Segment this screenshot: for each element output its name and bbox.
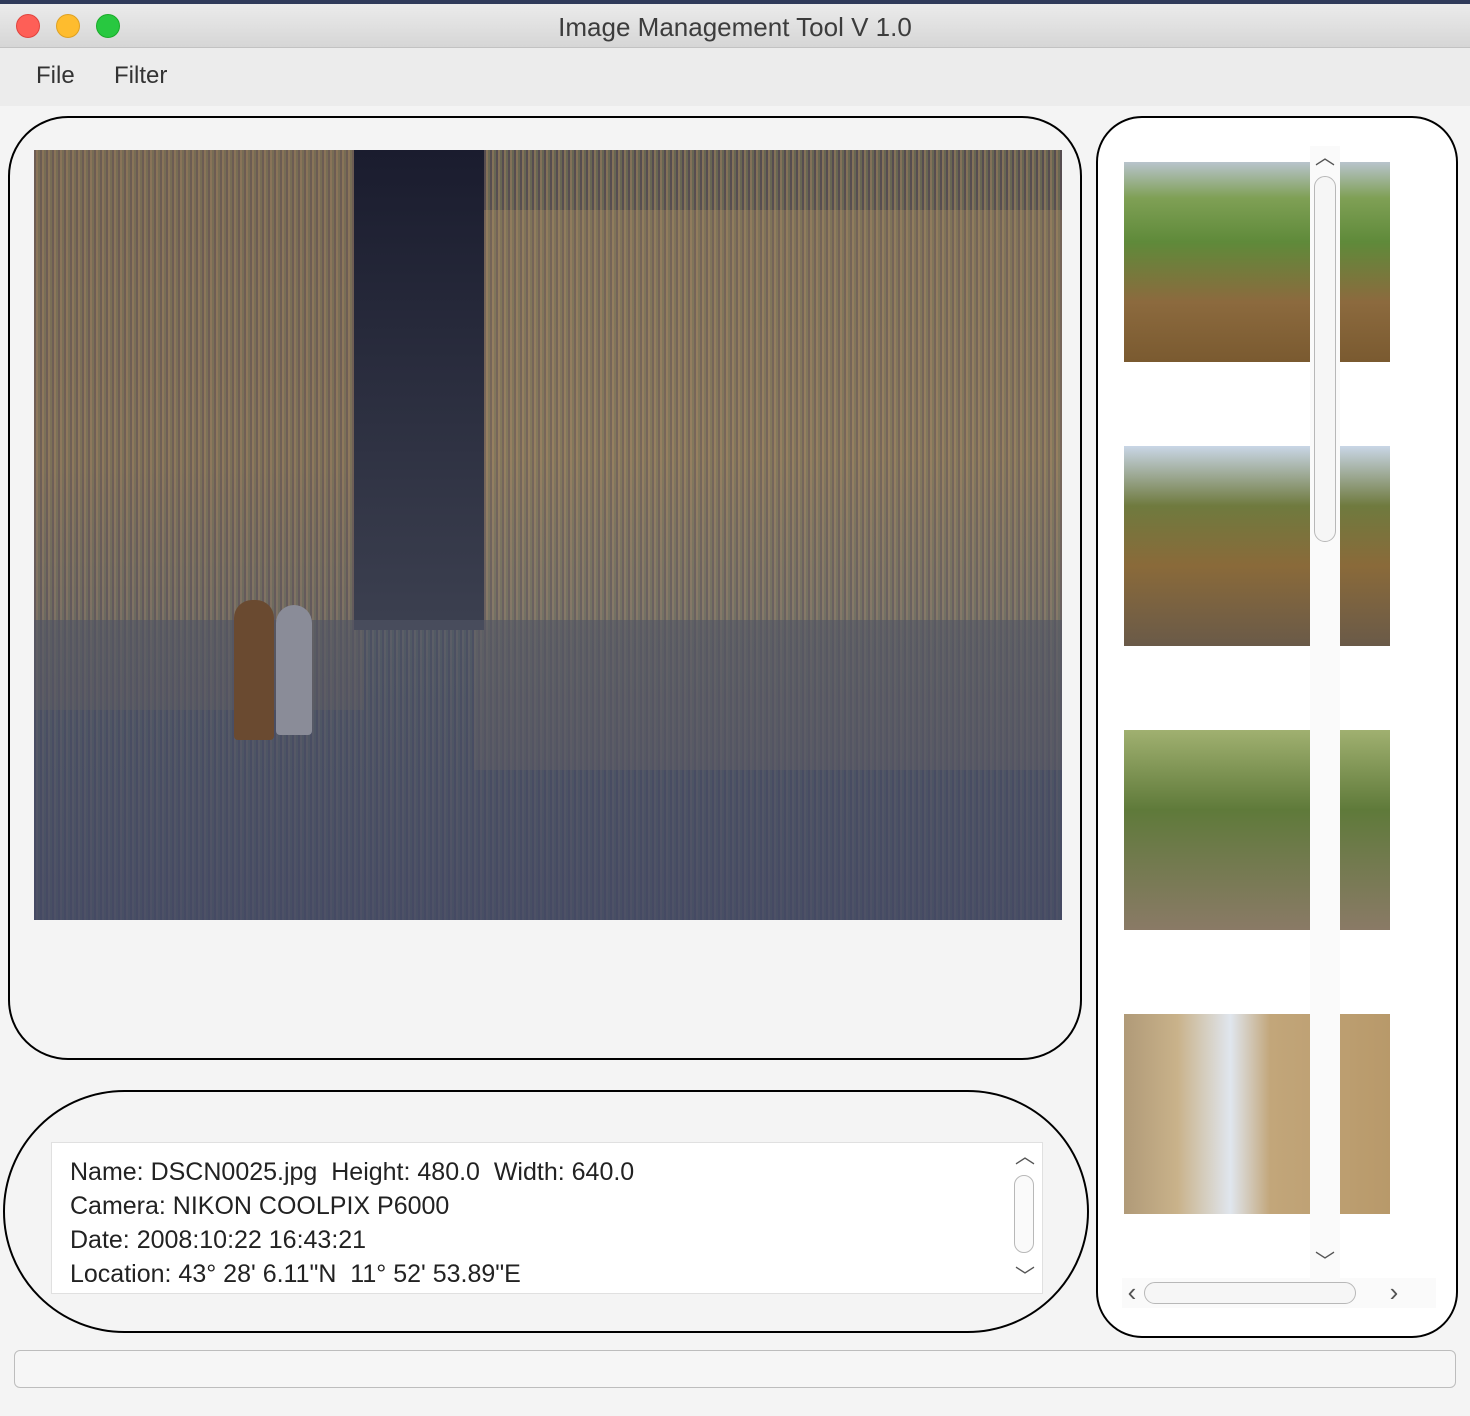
metadata-vertical-scrollbar[interactable]: ︿ ﹀ [1008, 1143, 1042, 1293]
scroll-up-icon[interactable]: ︿ [1310, 148, 1340, 168]
thumbnail-image[interactable] [1124, 730, 1390, 930]
main-content: Name: DSCN0025.jpg Height: 480.0 Width: … [0, 106, 1470, 1416]
status-bar [14, 1350, 1456, 1388]
image-person [276, 605, 312, 735]
scrollbar-thumb[interactable] [1314, 176, 1336, 542]
thumbnail-image[interactable] [1124, 1014, 1390, 1214]
main-image-display [34, 150, 1062, 920]
metadata-camera-line: Camera: NIKON COOLPIX P6000 [70, 1192, 450, 1220]
thumbnail-vertical-scrollbar[interactable]: ︿ ﹀ [1310, 146, 1340, 1278]
image-viewer-panel [8, 116, 1082, 1060]
metadata-text: Name: DSCN0025.jpg Height: 480.0 Width: … [70, 1155, 634, 1291]
metadata-name-line: Name: DSCN0025.jpg Height: 480.0 Width: … [70, 1158, 635, 1186]
thumbnail-horizontal-scrollbar[interactable]: ‹ › [1122, 1278, 1436, 1308]
scroll-up-icon[interactable]: ︿ [1008, 1147, 1042, 1167]
metadata-date-line: Date: 2008:10:22 16:43:21 [70, 1226, 367, 1254]
menu-filter[interactable]: Filter [114, 62, 167, 90]
thumbnail-panel [1096, 116, 1458, 1338]
thumbnail-image[interactable] [1124, 446, 1390, 646]
scroll-left-icon[interactable]: ‹ [1122, 1279, 1142, 1305]
image-road [34, 620, 1062, 920]
menu-bar: File Filter [0, 48, 1470, 106]
scrollbar-thumb[interactable] [1014, 1175, 1034, 1253]
menu-file[interactable]: File [36, 62, 75, 90]
scroll-down-icon[interactable]: ﹀ [1008, 1267, 1042, 1287]
scrollbar-thumb[interactable] [1144, 1282, 1356, 1304]
metadata-text-area[interactable]: Name: DSCN0025.jpg Height: 480.0 Width: … [51, 1142, 1043, 1294]
image-alley [354, 150, 484, 630]
thumbnail-image[interactable] [1124, 162, 1390, 362]
scroll-down-icon[interactable]: ﹀ [1310, 1252, 1340, 1272]
window-title: Image Management Tool V 1.0 [558, 12, 912, 42]
image-info-panel: Name: DSCN0025.jpg Height: 480.0 Width: … [3, 1090, 1089, 1333]
scroll-right-icon[interactable]: › [1384, 1279, 1404, 1305]
metadata-location-line: Location: 43° 28' 6.11"N 11° 52' 53.89"E [70, 1260, 521, 1288]
title-bar: Image Management Tool V 1.0 [0, 4, 1470, 48]
image-person [234, 600, 274, 740]
